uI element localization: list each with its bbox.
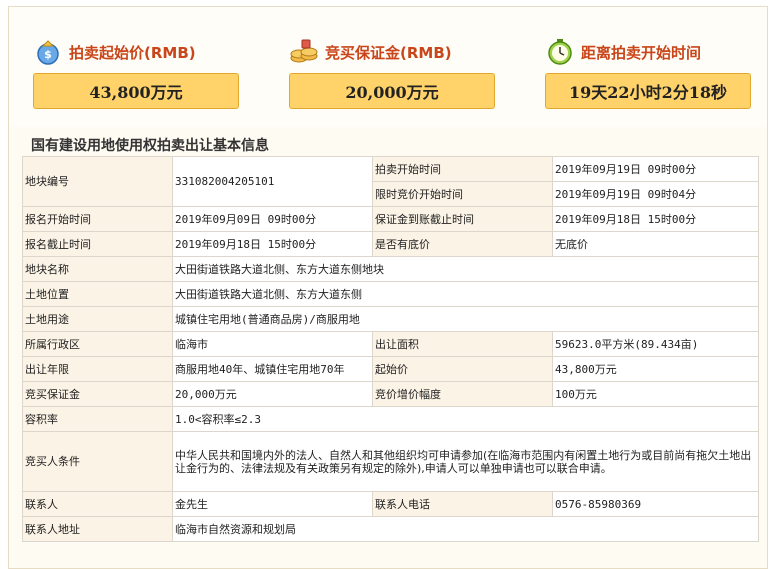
clock-icon bbox=[548, 39, 572, 65]
area-label: 出让面积 bbox=[372, 331, 553, 357]
term-label: 出让年限 bbox=[22, 356, 173, 382]
section-title: 国有建设用地使用权拍卖出让基本信息 bbox=[31, 138, 269, 154]
table-row: 容积率 1.0<容积率≤2.3 bbox=[22, 406, 759, 432]
parcel-no-label: 地块编号 bbox=[22, 156, 173, 207]
district-label: 所属行政区 bbox=[22, 331, 173, 357]
start-price-label: 拍卖起始价(RMB) bbox=[69, 43, 196, 62]
land-use-value: 城镇住宅用地(普通商品房)/商服用地 bbox=[172, 306, 759, 332]
location-label: 土地位置 bbox=[22, 281, 173, 307]
countdown-value: 19天22小时2分18秒 bbox=[545, 73, 751, 109]
start-price-value: 43,800万元 bbox=[33, 73, 239, 109]
deposit-label: 竞买保证金(RMB) bbox=[325, 43, 452, 62]
bid-deposit-value: 20,000万元 bbox=[172, 381, 373, 407]
parcel-no-value: 331082004205101 bbox=[172, 156, 373, 207]
table-row: 联系人 金先生 联系人电话 0576-85980369 bbox=[22, 491, 759, 517]
increment-value: 100万元 bbox=[552, 381, 759, 407]
countdown-label: 距离拍卖开始时间 bbox=[581, 43, 702, 62]
far-value: 1.0<容积率≤2.3 bbox=[172, 406, 759, 432]
auction-summary: $ 拍卖起始价(RMB) 43,800万元 竞买保证金(RMB) 20,000万… bbox=[9, 7, 767, 127]
contact-address-value: 临海市自然资源和规划局 bbox=[172, 516, 759, 542]
limited-bid-start-label: 限时竞价开始时间 bbox=[372, 181, 553, 207]
registration-end-label: 报名截止时间 bbox=[22, 231, 173, 257]
table-row: 联系人地址 临海市自然资源和规划局 bbox=[22, 516, 759, 542]
area-value: 59623.0平方米(89.434亩) bbox=[552, 331, 759, 357]
table-row: 竞买人条件 中华人民共和国境内外的法人、自然人和其他组织均可申请参加(在临海市范… bbox=[22, 431, 759, 492]
table-row: 出让年限 商服用地40年、城镇住宅用地70年 起始价 43,800万元 bbox=[22, 356, 759, 382]
start-price-card: $ 拍卖起始价(RMB) 43,800万元 bbox=[33, 35, 245, 109]
contact-label: 联系人 bbox=[22, 491, 173, 517]
increment-label: 竞价增价幅度 bbox=[372, 381, 553, 407]
far-label: 容积率 bbox=[22, 406, 173, 432]
district-value: 临海市 bbox=[172, 331, 373, 357]
bidder-conditions-label: 竞买人条件 bbox=[22, 431, 173, 492]
contact-address-label: 联系人地址 bbox=[22, 516, 173, 542]
table-row: 地块编号 331082004205101 拍卖开始时间 2019年09月19日 … bbox=[22, 156, 759, 207]
countdown-card: 距离拍卖开始时间 19天22小时2分18秒 bbox=[545, 35, 757, 109]
land-use-label: 土地用途 bbox=[22, 306, 173, 332]
auction-start-value: 2019年09月19日 09时00分 bbox=[552, 156, 759, 182]
table-row: 报名截止时间 2019年09月18日 15时00分 是否有底价 无底价 bbox=[22, 231, 759, 257]
table-row: 报名开始时间 2019年09月09日 09时00分 保证金到账截止时间 2019… bbox=[22, 206, 759, 232]
bid-deposit-label: 竞买保证金 bbox=[22, 381, 173, 407]
money-bag-icon: $ bbox=[37, 40, 59, 65]
registration-start-label: 报名开始时间 bbox=[22, 206, 173, 232]
svg-text:$: $ bbox=[44, 48, 52, 61]
deposit-header: 竞买保证金(RMB) bbox=[289, 35, 501, 69]
deposit-deadline-label: 保证金到账截止时间 bbox=[372, 206, 553, 232]
contact-phone-label: 联系人电话 bbox=[372, 491, 553, 517]
parcel-name-label: 地块名称 bbox=[22, 256, 173, 282]
table-row: 土地位置 大田街道铁路大道北侧、东方大道东侧 bbox=[22, 281, 759, 307]
starting-price-value: 43,800万元 bbox=[552, 356, 759, 382]
limited-bid-start-value: 2019年09月19日 09时04分 bbox=[552, 181, 759, 207]
deposit-card: 竞买保证金(RMB) 20,000万元 bbox=[289, 35, 501, 109]
reserve-price-value: 无底价 bbox=[552, 231, 759, 257]
term-value: 商服用地40年、城镇住宅用地70年 bbox=[172, 356, 373, 382]
table-row: 所属行政区 临海市 出让面积 59623.0平方米(89.434亩) bbox=[22, 331, 759, 357]
registration-end-value: 2019年09月18日 15时00分 bbox=[172, 231, 373, 257]
auction-info-table: 地块编号 331082004205101 拍卖开始时间 2019年09月19日 … bbox=[22, 156, 759, 542]
deposit-value: 20,000万元 bbox=[289, 73, 495, 109]
parcel-name-value: 大田街道铁路大道北侧、东方大道东侧地块 bbox=[172, 256, 759, 282]
starting-price-label: 起始价 bbox=[372, 356, 553, 382]
contact-value: 金先生 bbox=[172, 491, 373, 517]
auction-start-label: 拍卖开始时间 bbox=[372, 156, 553, 182]
start-price-header: $ 拍卖起始价(RMB) bbox=[33, 35, 245, 69]
table-row: 地块名称 大田街道铁路大道北侧、东方大道东侧地块 bbox=[22, 256, 759, 282]
table-row: 竞买保证金 20,000万元 竞价增价幅度 100万元 bbox=[22, 381, 759, 407]
countdown-header: 距离拍卖开始时间 bbox=[545, 35, 757, 69]
reserve-price-label: 是否有底价 bbox=[372, 231, 553, 257]
table-row: 土地用途 城镇住宅用地(普通商品房)/商服用地 bbox=[22, 306, 759, 332]
bidder-conditions-value: 中华人民共和国境内外的法人、自然人和其他组织均可申请参加(在临海市范围内有闲置土… bbox=[172, 431, 759, 492]
location-value: 大田街道铁路大道北侧、东方大道东侧 bbox=[172, 281, 759, 307]
coins-icon bbox=[290, 39, 318, 63]
deposit-deadline-value: 2019年09月18日 15时00分 bbox=[552, 206, 759, 232]
registration-start-value: 2019年09月09日 09时00分 bbox=[172, 206, 373, 232]
contact-phone-value: 0576-85980369 bbox=[552, 491, 759, 517]
